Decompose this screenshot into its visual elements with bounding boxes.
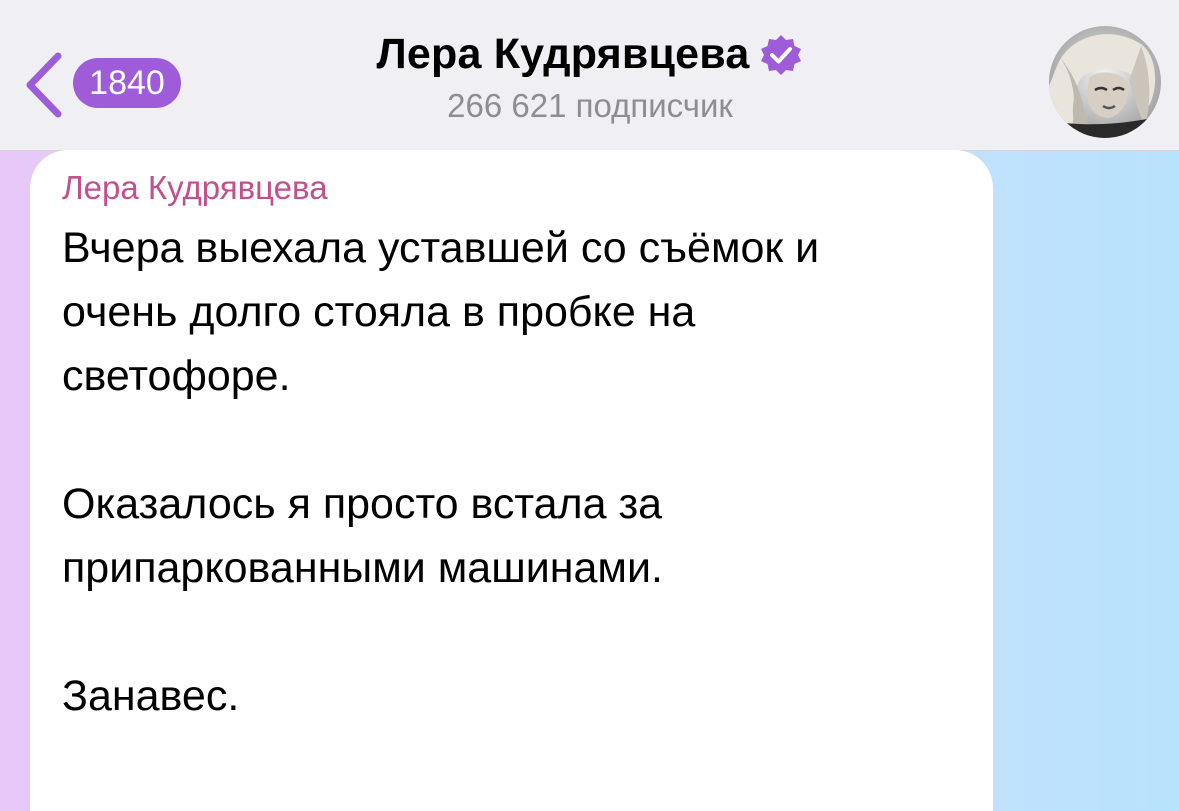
message-author[interactable]: Лера Кудрявцева bbox=[62, 168, 963, 208]
channel-avatar[interactable] bbox=[1049, 26, 1161, 138]
message-bubble[interactable]: Лера Кудрявцева Вчера выехала уставшей с… bbox=[30, 150, 993, 811]
verified-badge-icon bbox=[761, 34, 802, 75]
chevron-left-icon bbox=[26, 52, 62, 118]
channel-title: Лера Кудрявцева bbox=[376, 30, 750, 78]
chat-header: 1840 Лера Кудрявцева 266 621 подписчик bbox=[0, 0, 1179, 151]
message-paragraph-3: Занавес. bbox=[62, 672, 240, 720]
unread-count-badge: 1840 bbox=[73, 58, 181, 108]
message-paragraph-2: Оказалось я просто встала за припаркован… bbox=[62, 480, 663, 592]
avatar-photo-icon bbox=[1049, 26, 1161, 138]
subscriber-count: 266 621 подписчик bbox=[447, 87, 733, 124]
back-button[interactable]: 1840 bbox=[18, 48, 208, 118]
message-paragraph-1: Вчера выехала уставшей со съёмок и очень… bbox=[62, 224, 820, 400]
channel-info[interactable]: Лера Кудрявцева 266 621 подписчик bbox=[300, 30, 880, 125]
